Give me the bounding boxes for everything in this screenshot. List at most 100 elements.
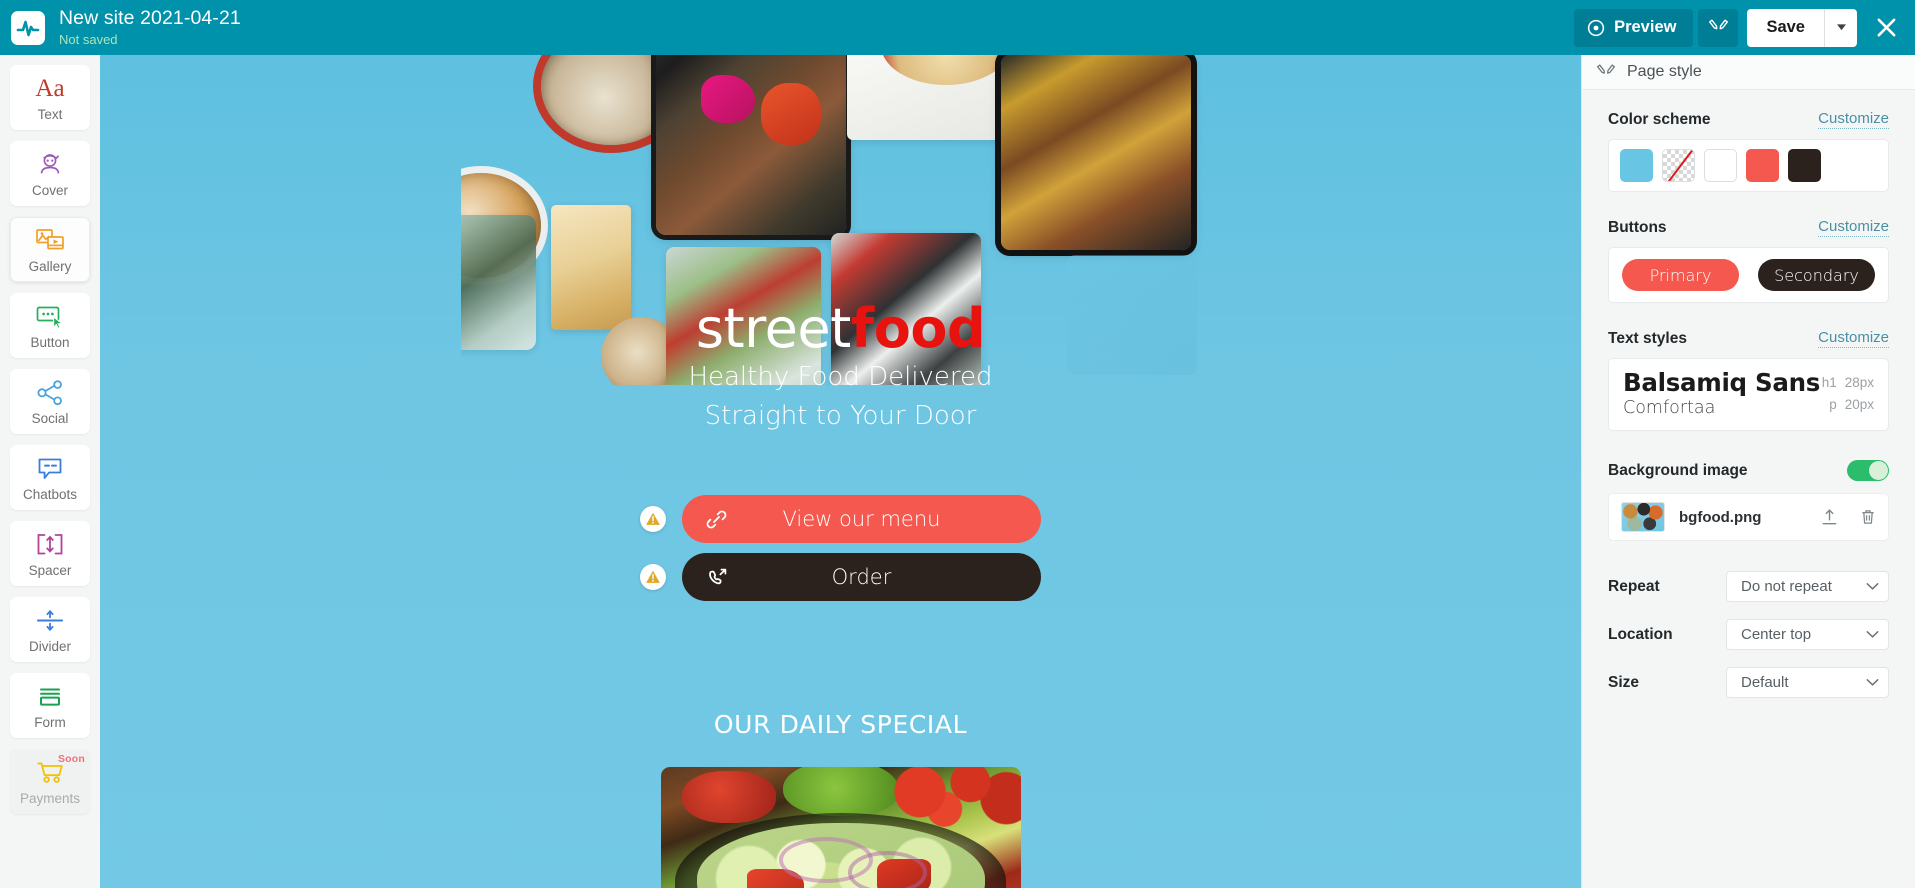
close-editor-button[interactable] <box>1857 0 1915 55</box>
repeat-field-row: Repeat Do not repeat <box>1608 571 1889 602</box>
daily-special-image[interactable] <box>660 767 1021 888</box>
site-logo-text: streetfood <box>100 300 1581 358</box>
sidebar-item-gallery[interactable]: Gallery <box>10 217 90 282</box>
page-title: New site 2021-04-21 <box>59 7 241 29</box>
sidebar-item-payments[interactable]: Soon Payments <box>10 749 90 814</box>
repeat-value: Do not repeat <box>1741 578 1832 595</box>
location-value: Center top <box>1741 626 1812 643</box>
size-label: Size <box>1608 673 1640 691</box>
secondary-button-preview[interactable]: Secondary <box>1758 259 1875 291</box>
sidebar-item-button[interactable]: Button <box>10 293 90 358</box>
page-style-panel: Page style Color scheme Customize Button… <box>1581 55 1915 888</box>
buttons-section-header: Buttons Customize <box>1608 218 1889 237</box>
location-select[interactable]: Center top <box>1726 619 1889 650</box>
sidebar-item-label: Button <box>30 334 70 350</box>
sidebar-item-divider[interactable]: Divider <box>10 597 90 662</box>
theme-style-button[interactable] <box>1698 8 1739 47</box>
size-select[interactable]: Default <box>1726 667 1889 698</box>
close-icon <box>1877 18 1895 37</box>
swatch-sky-blue[interactable] <box>1620 149 1653 182</box>
sidebar-item-form[interactable]: Form <box>10 673 90 738</box>
logo-word-street: street <box>695 297 851 360</box>
sidebar-item-label: Payments <box>19 790 81 806</box>
pulse-logo-icon <box>16 20 40 36</box>
brush-cross-icon <box>1708 19 1728 30</box>
save-dropdown-toggle[interactable] <box>1824 8 1857 47</box>
sidebar-item-text[interactable]: Aa Text <box>10 65 90 130</box>
cover-avatar-icon <box>40 153 60 173</box>
form-lines-icon <box>40 688 60 706</box>
save-button-group: Save <box>1747 8 1857 47</box>
location-field-row: Location Center top <box>1608 619 1889 650</box>
swatch-transparent[interactable] <box>1662 149 1695 182</box>
background-image-header: Background image <box>1608 460 1889 481</box>
trash-icon[interactable] <box>1860 508 1876 526</box>
link-chain-icon <box>706 509 727 530</box>
location-label: Location <box>1608 625 1673 643</box>
button-click-icon <box>36 306 64 329</box>
sidebar-item-label: Divider <box>28 638 71 654</box>
repeat-select[interactable]: Do not repeat <box>1726 571 1889 602</box>
caret-down-icon <box>1836 24 1846 31</box>
spacer-arrows-icon <box>37 534 63 555</box>
chevron-down-icon <box>1866 583 1879 590</box>
gallery-image-video-icon <box>36 228 64 249</box>
page-canvas[interactable]: streetfood Healthy Food Delivered Straig… <box>100 55 1581 888</box>
sidebar-item-label: Form <box>34 714 66 730</box>
repeat-label: Repeat <box>1608 577 1660 595</box>
app-header: New site 2021-04-21 Not saved Preview Sa… <box>0 0 1915 55</box>
background-image-file-row: bgfood.png <box>1608 493 1889 541</box>
cta-order[interactable]: Order <box>682 553 1041 601</box>
panel-title: Page style <box>1627 63 1702 80</box>
preview-button[interactable]: Preview <box>1574 8 1694 47</box>
chevron-down-icon <box>1866 631 1879 638</box>
color-scheme-header: Color scheme Customize <box>1608 110 1889 129</box>
section-heading-daily-special[interactable]: OUR DAILY SPECIAL <box>100 710 1581 739</box>
heading-size-label: 28px <box>1844 374 1874 390</box>
hero-text-block[interactable]: streetfood Healthy Food Delivered Straig… <box>100 300 1581 436</box>
warning-badge-order[interactable] <box>640 564 666 590</box>
cta-row-primary: View our menu <box>100 495 1581 543</box>
hero-subtitle-line-2: Straight to Your Door <box>704 401 977 431</box>
brush-cross-icon <box>1597 64 1615 74</box>
save-button[interactable]: Save <box>1747 9 1824 47</box>
text-styles-preview[interactable]: Balsamiq Sans Comfortaa h1 28px p 20px <box>1608 358 1889 431</box>
hero-subtitle-line-1: Healthy Food Delivered <box>688 362 993 392</box>
sidebar-item-cover[interactable]: Cover <box>10 141 90 206</box>
text-styles-header: Text styles Customize <box>1608 329 1889 348</box>
app-logo-icon[interactable] <box>11 10 45 45</box>
primary-button-preview[interactable]: Primary <box>1622 259 1739 291</box>
logo-word-food: food <box>850 297 986 360</box>
text-styles-title: Text styles <box>1608 330 1687 347</box>
panel-body: Color scheme Customize Buttons Customize… <box>1582 90 1915 698</box>
site-title-group: New site 2021-04-21 Not saved <box>59 7 241 48</box>
text-styles-customize-link[interactable]: Customize <box>1818 329 1889 348</box>
color-scheme-title: Color scheme <box>1608 111 1711 128</box>
sidebar-item-social[interactable]: Social <box>10 369 90 434</box>
color-scheme-customize-link[interactable]: Customize <box>1818 110 1889 129</box>
sidebar-item-label: Chatbots <box>22 486 78 502</box>
save-state-label: Not saved <box>59 32 118 47</box>
swatch-dark-brown[interactable] <box>1788 149 1821 182</box>
eye-icon <box>1587 19 1605 36</box>
background-image-thumbnail <box>1621 502 1665 532</box>
sidebar-item-label: Gallery <box>28 258 72 274</box>
swatch-coral-red[interactable] <box>1746 149 1779 182</box>
cta-view-our-menu[interactable]: View our menu <box>682 495 1041 543</box>
warning-badge-view-menu[interactable] <box>640 506 666 532</box>
buttons-title: Buttons <box>1608 219 1667 236</box>
background-image-toggle[interactable] <box>1847 460 1889 481</box>
body-size-label: 20px <box>1844 396 1874 412</box>
sidebar-item-label: Text <box>37 106 63 122</box>
swatch-white[interactable] <box>1704 149 1737 182</box>
size-field-row: Size Default <box>1608 667 1889 698</box>
warning-triangle-icon <box>646 512 660 525</box>
upload-icon[interactable] <box>1821 508 1838 526</box>
sidebar-item-spacer[interactable]: Spacer <box>10 521 90 586</box>
body-tag-label: p <box>1829 396 1837 412</box>
size-value: Default <box>1741 674 1789 691</box>
buttons-customize-link[interactable]: Customize <box>1818 218 1889 237</box>
sidebar-item-chatbots[interactable]: Chatbots <box>10 445 90 510</box>
widget-sidebar: Aa Text Cover Gallery Button Social Chat… <box>0 55 100 888</box>
cta-label: View our menu <box>782 507 941 531</box>
